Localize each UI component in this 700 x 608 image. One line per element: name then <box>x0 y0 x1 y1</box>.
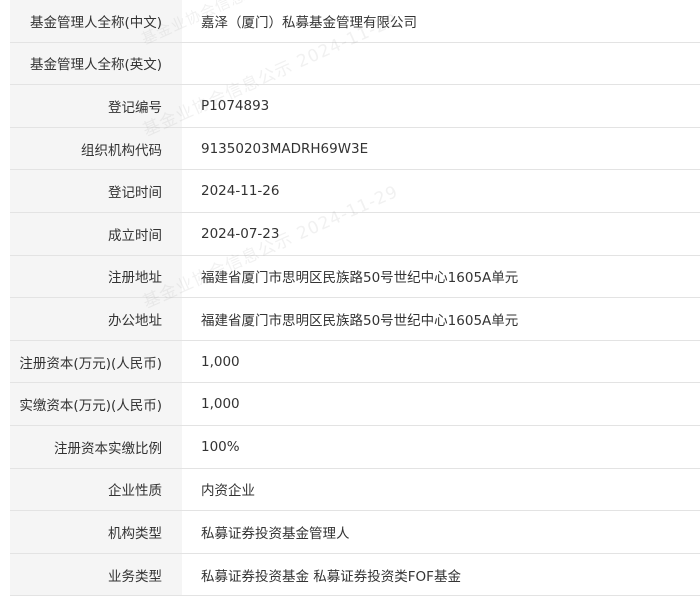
row-value: 1,000 <box>182 382 700 426</box>
left-margin <box>0 0 10 608</box>
table-row-name-en: 基金管理人全称(英文) <box>10 41 700 85</box>
row-value: 91350203MADRH69W3E <box>182 126 700 170</box>
row-value: 内资企业 <box>182 467 700 511</box>
row-label: 注册资本(万元)(人民币) <box>10 339 182 383</box>
row-label: 登记时间 <box>10 169 182 213</box>
row-value: 1,000 <box>182 339 700 383</box>
row-label: 办公地址 <box>10 297 182 341</box>
row-label: 企业性质 <box>10 467 182 511</box>
row-label: 机构类型 <box>10 510 182 554</box>
table-row-organization-code: 组织机构代码 91350203MADRH69W3E <box>10 126 700 170</box>
row-label: 基金管理人全称(英文) <box>10 41 182 85</box>
table-row-enterprise-nature: 企业性质 内资企业 <box>10 467 700 511</box>
row-value <box>182 41 700 85</box>
row-label: 业务类型 <box>10 552 182 597</box>
table-row-name-cn: 基金管理人全称(中文) 嘉泽（厦门）私募基金管理有限公司 <box>10 0 700 43</box>
table-row-business-type: 业务类型 私募证券投资基金 私募证券投资类FOF基金 <box>10 552 700 597</box>
fund-manager-info-table: 基金管理人全称(中文) 嘉泽（厦门）私募基金管理有限公司 基金管理人全称(英文)… <box>10 0 700 597</box>
row-label: 实缴资本(万元)(人民币) <box>10 382 182 426</box>
row-value: 100% <box>182 424 700 469</box>
row-value: 私募证券投资基金 私募证券投资类FOF基金 <box>182 552 700 597</box>
row-value: P1074893 <box>182 84 700 128</box>
table-row-establishment-date: 成立时间 2024-07-23 <box>10 211 700 256</box>
table-row-paid-in-capital: 实缴资本(万元)(人民币) 1,000 <box>10 382 700 426</box>
row-value: 2024-11-26 <box>182 169 700 213</box>
row-label: 组织机构代码 <box>10 126 182 170</box>
table-row-registered-capital: 注册资本(万元)(人民币) 1,000 <box>10 339 700 383</box>
row-value: 福建省厦门市思明区民族路50号世纪中心1605A单元 <box>182 297 700 341</box>
row-value: 福建省厦门市思明区民族路50号世纪中心1605A单元 <box>182 254 700 298</box>
table-row-registered-address: 注册地址 福建省厦门市思明区民族路50号世纪中心1605A单元 <box>10 254 700 298</box>
table-row-registration-date: 登记时间 2024-11-26 <box>10 169 700 213</box>
row-label: 注册资本实缴比例 <box>10 424 182 469</box>
row-label: 基金管理人全称(中文) <box>10 0 182 43</box>
row-value: 2024-07-23 <box>182 211 700 256</box>
row-label: 登记编号 <box>10 84 182 128</box>
row-label: 成立时间 <box>10 211 182 256</box>
table-row-office-address: 办公地址 福建省厦门市思明区民族路50号世纪中心1605A单元 <box>10 297 700 341</box>
table-row-paid-in-ratio: 注册资本实缴比例 100% <box>10 424 700 469</box>
table-row-institution-type: 机构类型 私募证券投资基金管理人 <box>10 510 700 554</box>
row-value: 嘉泽（厦门）私募基金管理有限公司 <box>182 0 700 43</box>
row-value: 私募证券投资基金管理人 <box>182 510 700 554</box>
table-row-registration-number: 登记编号 P1074893 <box>10 84 700 128</box>
row-label: 注册地址 <box>10 254 182 298</box>
fund-manager-info-page: 基金管理人全称(中文) 嘉泽（厦门）私募基金管理有限公司 基金管理人全称(英文)… <box>0 0 700 608</box>
